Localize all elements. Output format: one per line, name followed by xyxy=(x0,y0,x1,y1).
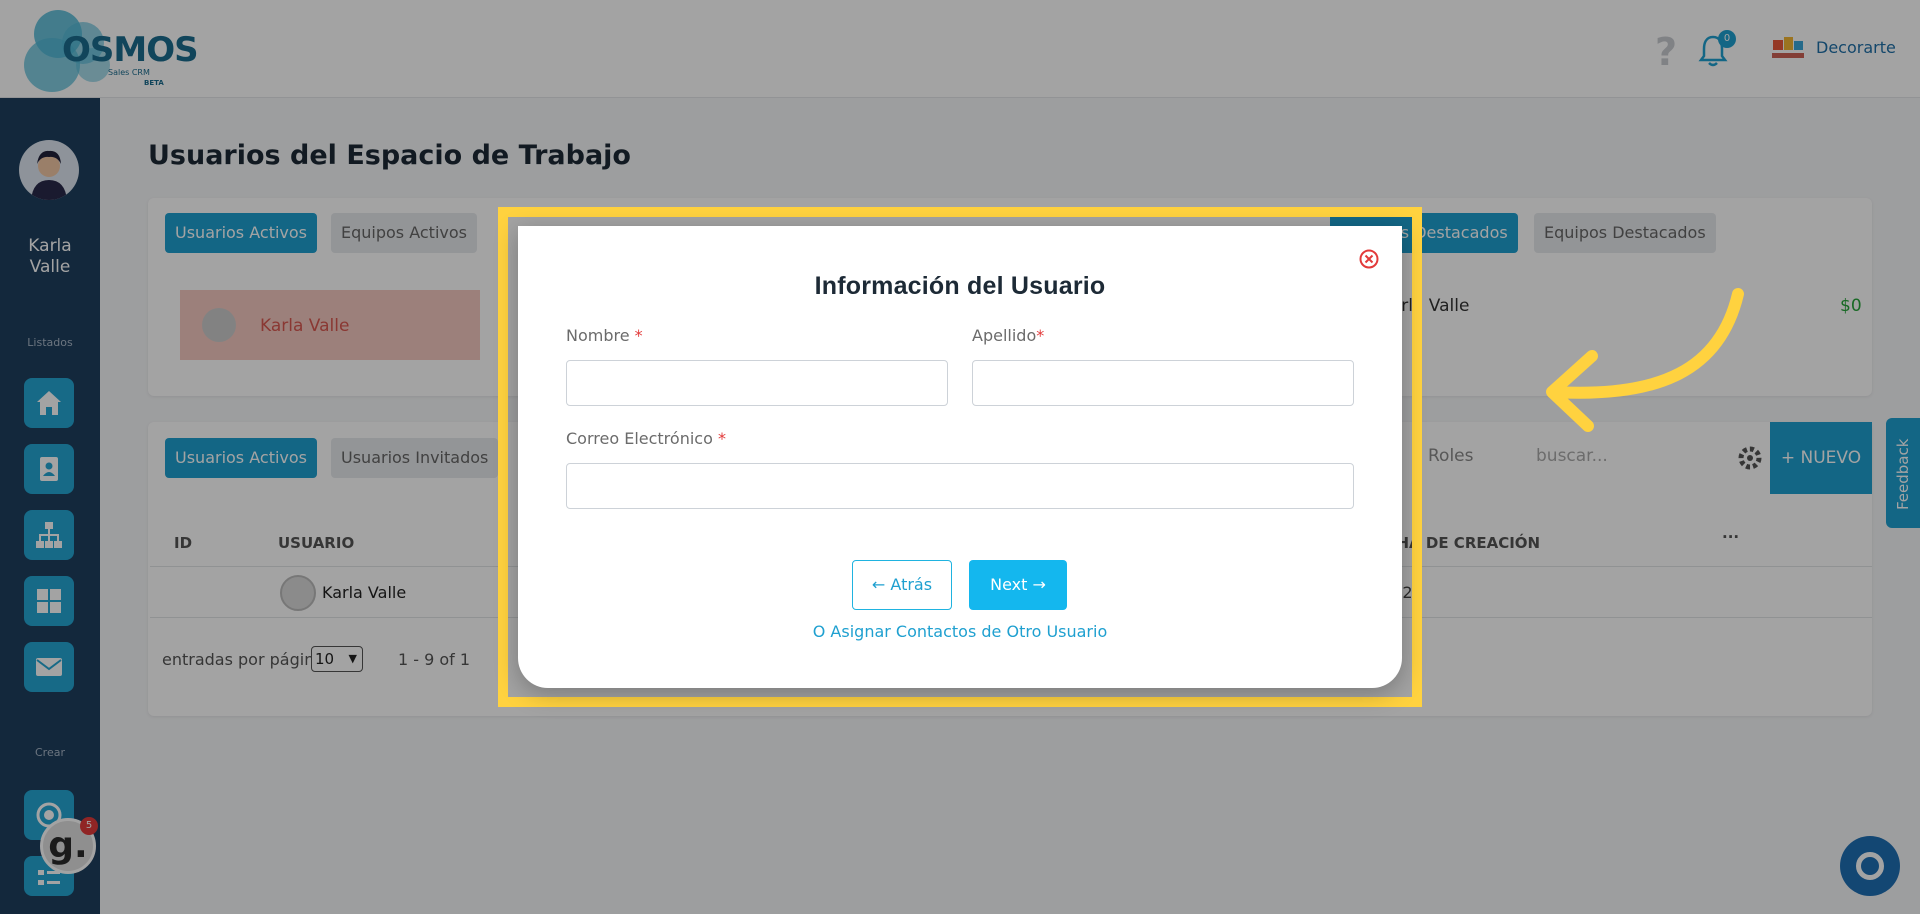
last-name-label-text: Apellido xyxy=(972,326,1037,345)
close-icon[interactable] xyxy=(1358,248,1380,270)
required-mark: * xyxy=(1036,326,1045,345)
email-label-text: Correo Electrónico xyxy=(566,429,713,448)
last-name-field[interactable] xyxy=(972,360,1354,406)
first-name-field[interactable] xyxy=(566,360,948,406)
last-name-label: Apellido* xyxy=(972,326,1044,345)
back-button[interactable]: ← Atrás xyxy=(852,560,952,610)
email-label: Correo Electrónico * xyxy=(566,429,726,448)
required-mark: * xyxy=(634,326,643,345)
email-field[interactable] xyxy=(566,463,1354,509)
assign-contacts-link[interactable]: O Asignar Contactos de Otro Usuario xyxy=(518,622,1402,641)
user-info-modal: Información del Usuario Nombre * Apellid… xyxy=(518,226,1402,688)
modal-title: Información del Usuario xyxy=(814,272,1106,300)
callout-arrow-icon xyxy=(1546,288,1744,432)
first-name-label-text: Nombre xyxy=(566,326,630,345)
next-button[interactable]: Next → xyxy=(969,560,1067,610)
required-mark: * xyxy=(717,429,726,448)
first-name-label: Nombre * xyxy=(566,326,643,345)
